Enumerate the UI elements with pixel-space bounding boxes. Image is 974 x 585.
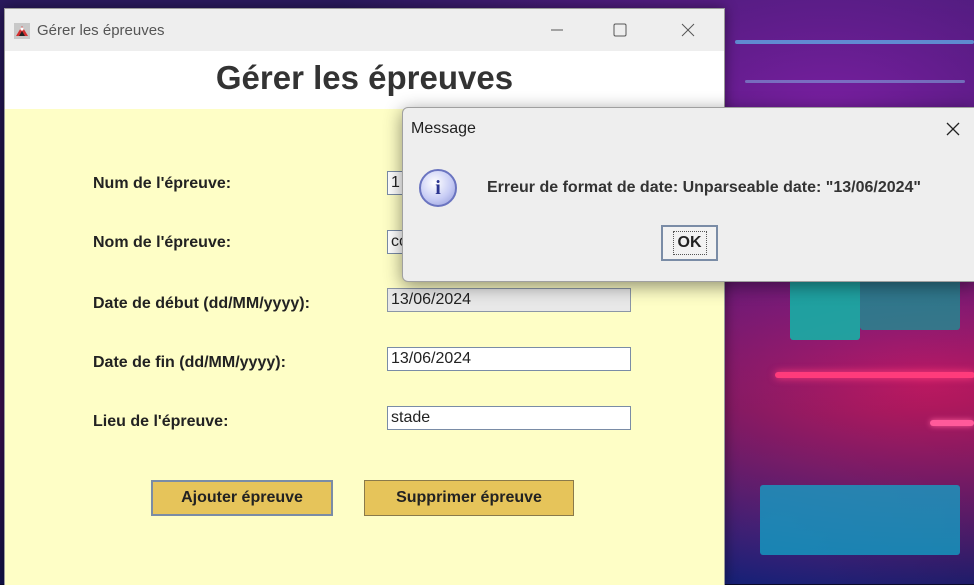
neon-strip [745,80,965,83]
minimize-icon [551,29,563,31]
java-app-icon [14,23,30,39]
minimize-button[interactable] [534,9,580,51]
num-label: Num de l'épreuve: [93,175,232,192]
add-epreuve-button[interactable]: Ajouter épreuve [151,480,333,516]
delete-epreuve-button[interactable]: Supprimer épreuve [364,480,574,516]
main-window: Gérer les épreuves Gérer les épreuves Nu… [4,8,725,585]
close-icon [946,122,960,136]
neon-strip [735,40,974,44]
date-fin-field[interactable] [387,347,631,371]
lieu-field[interactable] [387,406,631,430]
date-debut-field[interactable] [387,288,631,312]
close-icon [681,23,695,37]
date-fin-label: Date de fin (dd/MM/yyyy): [93,354,286,371]
ok-label: OK [672,231,707,255]
maximize-button[interactable] [597,9,643,51]
window-title: Gérer les épreuves [37,22,165,39]
dialog-close-button[interactable] [933,114,973,144]
neon-strip [930,420,974,426]
dialog-titlebar[interactable]: Message [403,108,974,148]
neon-sign [760,485,960,555]
lieu-label: Lieu de l'épreuve: [93,413,229,430]
ok-button[interactable]: OK [661,225,718,261]
page-title: Gérer les épreuves [215,59,514,96]
info-icon: i [419,169,457,207]
dialog-message: Erreur de format de date: Unparseable da… [487,179,922,196]
maximize-icon [613,23,627,37]
dialog-title: Message [411,120,476,137]
close-window-button[interactable] [665,9,711,51]
date-debut-label: Date de début (dd/MM/yyyy): [93,295,310,312]
neon-strip [775,372,974,378]
window-titlebar[interactable]: Gérer les épreuves [5,9,724,51]
message-dialog: Message i Erreur de format de date: Unpa… [402,107,974,282]
nom-label: Nom de l'épreuve: [93,234,232,251]
